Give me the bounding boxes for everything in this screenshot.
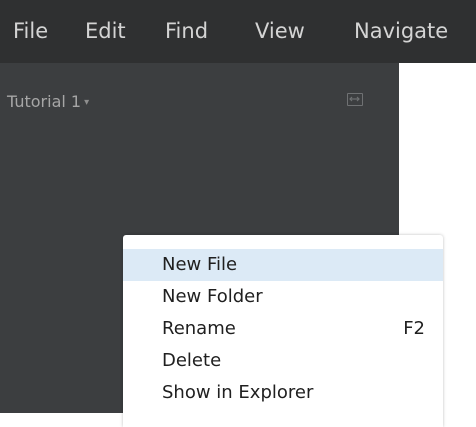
context-menu-label: Rename (162, 318, 236, 339)
menu-view[interactable]: View (255, 17, 305, 45)
context-menu-label: New File (162, 254, 238, 275)
project-selector[interactable]: Tutorial 1 ▾ (7, 91, 89, 114)
collapse-sidebar-icon (349, 96, 360, 102)
chevron-down-icon: ▾ (84, 97, 90, 108)
context-menu-label: Delete (162, 350, 222, 371)
menu-edit[interactable]: Edit (85, 17, 126, 45)
context-menu-show-in-explorer[interactable]: Show in Explorer (123, 377, 443, 409)
app-window: File Edit Find View Navigate Tutorial 1 ▾… (0, 0, 476, 427)
menubar: File Edit Find View Navigate (0, 0, 476, 63)
menu-file[interactable]: File (13, 17, 48, 45)
context-menu-delete[interactable]: Delete (123, 345, 443, 377)
context-menu-rename[interactable]: Rename F2 (123, 313, 443, 345)
context-menu-new-folder[interactable]: New Folder (123, 281, 443, 313)
menu-find[interactable]: Find (165, 17, 208, 45)
context-menu-label: Show in Explorer (162, 382, 314, 403)
context-menu-shortcut: F2 (403, 318, 425, 339)
menu-navigate[interactable]: Navigate (354, 17, 448, 45)
project-title: Tutorial 1 (7, 92, 82, 111)
context-menu-new-file[interactable]: New File (123, 249, 443, 281)
collapse-sidebar-button[interactable] (347, 93, 363, 106)
context-menu-label: New Folder (162, 286, 263, 307)
context-menu: New File New Folder Rename F2 Delete Sho… (123, 235, 443, 427)
